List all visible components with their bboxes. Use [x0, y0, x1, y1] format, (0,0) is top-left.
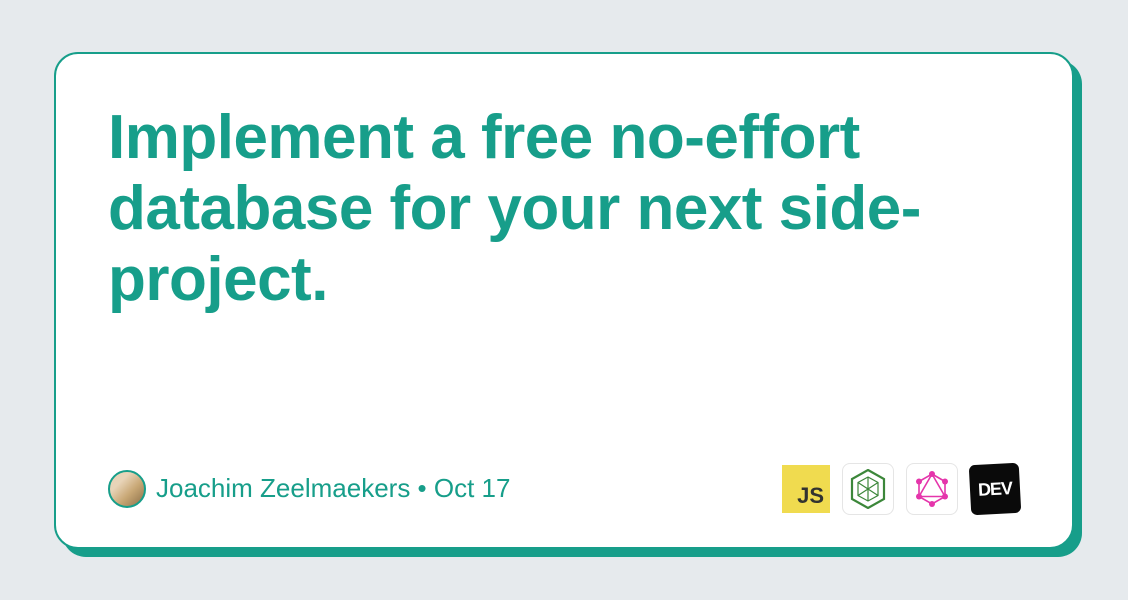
graphql-icon: [906, 463, 958, 515]
publish-date: Oct 17: [434, 473, 511, 503]
card-body: Implement a free no-effort database for …: [54, 52, 1074, 549]
javascript-icon: JS: [782, 465, 830, 513]
nodejs-icon: [842, 463, 894, 515]
tag-list: JS: [782, 463, 1020, 515]
author-meta: Joachim Zeelmaekers • Oct 17: [156, 473, 510, 504]
author-block: Joachim Zeelmaekers • Oct 17: [108, 470, 510, 508]
article-title: Implement a free no-effort database for …: [108, 102, 1020, 316]
author-avatar: [108, 470, 146, 508]
dev-icon: DEV: [969, 462, 1022, 515]
card-footer: Joachim Zeelmaekers • Oct 17 JS: [108, 463, 1020, 515]
author-name: Joachim Zeelmaekers: [156, 473, 410, 503]
article-card: Implement a free no-effort database for …: [54, 52, 1074, 549]
meta-separator: •: [418, 473, 427, 503]
